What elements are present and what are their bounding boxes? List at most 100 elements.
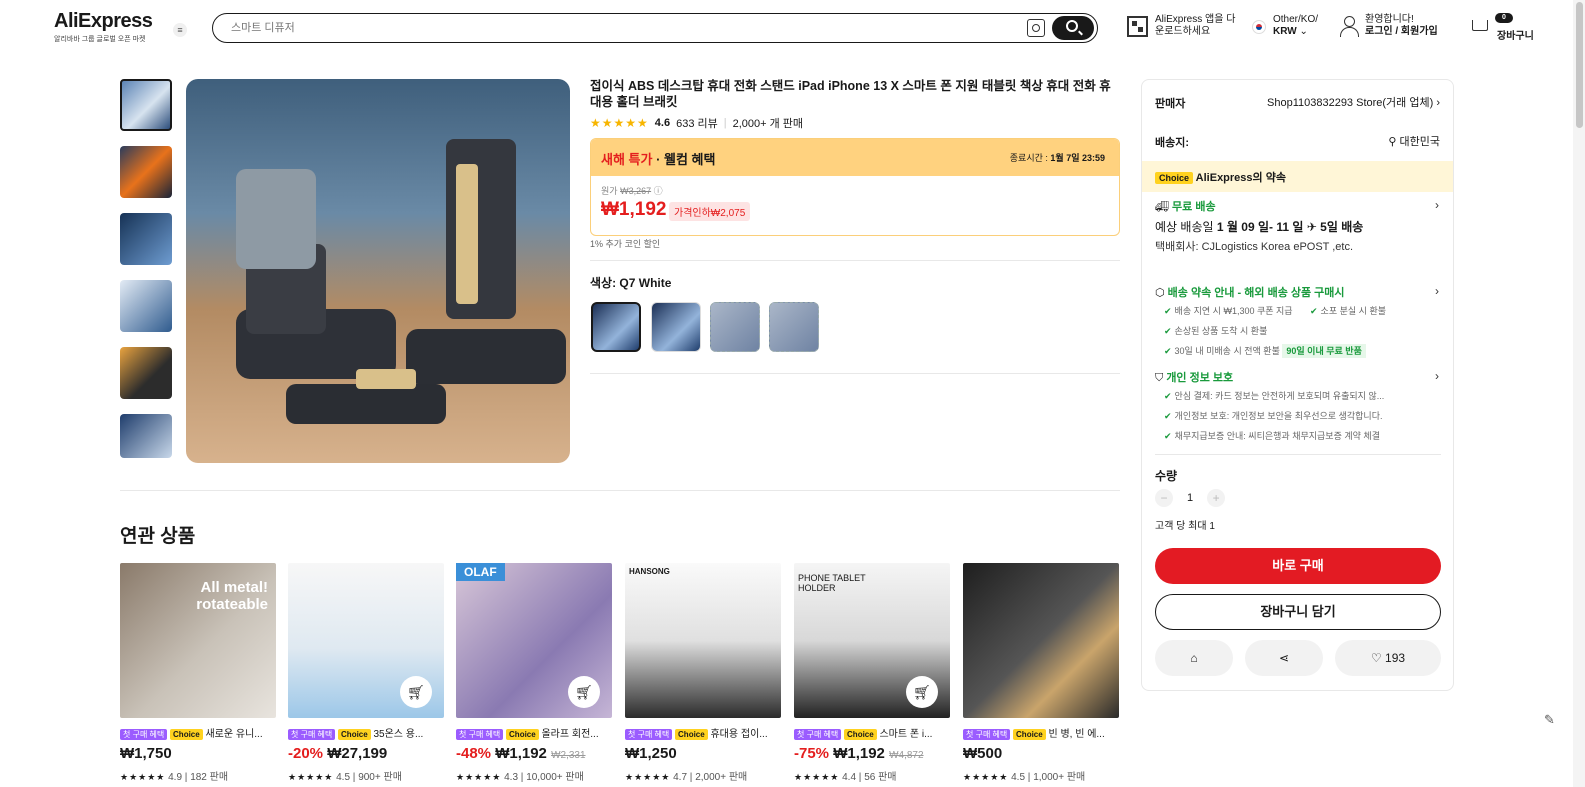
add-to-cart-icon[interactable]: 🛒︎ <box>400 676 432 708</box>
product-image[interactable]: All metal! rotateable <box>120 563 276 718</box>
product-card[interactable]: PHONE TABLET HOLDER 🛒︎ 첫 구매 혜택 Choice 스마트… <box>794 563 950 783</box>
star-rating-icon: ★★★★★ <box>120 772 166 782</box>
main-product-image[interactable] <box>186 79 570 463</box>
decrease-button[interactable]: − <box>1155 489 1173 507</box>
review-count[interactable]: 633 리뷰 <box>676 115 718 131</box>
old-price: ₩2,331 <box>551 750 586 761</box>
gallery-thumbnail[interactable] <box>120 347 172 399</box>
search-button[interactable] <box>1052 16 1094 40</box>
search-input[interactable] <box>231 19 991 37</box>
seller-link[interactable]: Shop1103832293 Store(거래 업체) › <box>1267 94 1440 110</box>
logo[interactable]: AliExpress 알리바바 그룹 글로벌 오픈 마켓 <box>54 10 153 44</box>
original-price: 원가 ₩3,267 ⓘ <box>601 184 663 197</box>
app-download-link[interactable]: AliExpress 앱을 다 운로드하세요 <box>1155 14 1247 38</box>
delivery-promise-title: 배송 약속 안내 - 해외 배송 상품 구매시 <box>1167 287 1345 299</box>
gallery-thumbnail[interactable] <box>120 414 172 458</box>
discount-value: -20% <box>288 745 324 762</box>
product-name: 새로운 유니... <box>205 729 263 740</box>
product-name: 올라프 회전... <box>541 729 599 740</box>
deal-end-time: 종료시간 : 1월 7일 23:59 <box>1010 151 1105 164</box>
original-price-label: 원가 <box>601 186 618 196</box>
color-swatch[interactable] <box>651 302 701 352</box>
choice-badge: Choice <box>844 729 877 740</box>
box-icon: ⬡ <box>1155 287 1165 299</box>
gallery-thumbnail[interactable] <box>120 146 172 198</box>
info-icon[interactable]: ⓘ <box>654 186 663 196</box>
product-card[interactable]: 첫 구매 혜택 Choice 빈 병, 빈 에... ₩500 ★★★★★ 4.… <box>963 563 1119 783</box>
ship-to-selector[interactable]: ⚲ 대한민국 <box>1388 133 1440 149</box>
wishlist-button[interactable]: ♡ 193 <box>1335 640 1441 676</box>
choice-badge: Choice <box>506 729 539 740</box>
gallery-thumbnail[interactable] <box>120 79 172 131</box>
menu-icon[interactable]: ≡ <box>173 23 187 37</box>
coin-discount: 1% 추가 코인 할인 <box>590 239 661 249</box>
purchase-limit: 고객 당 최대 1 <box>1155 521 1215 532</box>
color-swatch[interactable] <box>710 302 760 352</box>
user-icon[interactable] <box>1340 16 1359 38</box>
delivery-promise-row[interactable]: ⬡ 배송 약속 안내 - 해외 배송 상품 구매시 <box>1155 284 1345 300</box>
chevron-right-icon[interactable]: › <box>1435 369 1439 383</box>
divider <box>1155 454 1441 455</box>
first-purchase-badge: 첫 구매 혜택 <box>963 729 1011 740</box>
privacy-row[interactable]: ⛉ 개인 정보 보호 <box>1155 369 1233 385</box>
promise-text: 손상된 상품 도착 시 환불 <box>1174 326 1268 336</box>
seller-name: Shop1103832293 Store(거래 업체) <box>1267 97 1434 109</box>
product-image[interactable]: 🛒︎ <box>288 563 444 718</box>
product-image[interactable]: OLAF 🛒︎ <box>456 563 612 718</box>
card-tags: 첫 구매 혜택 Choice 휴대용 접이... <box>625 725 781 740</box>
qr-code-icon[interactable] <box>1127 16 1148 37</box>
login-signup-text: 로그인 / 회원가입 <box>1365 26 1438 37</box>
product-card[interactable]: OLAF 🛒︎ 첫 구매 혜택 Choice 올라프 회전... -48% ₩1,… <box>456 563 612 783</box>
cart-icon[interactable] <box>1469 18 1489 34</box>
first-purchase-badge: 첫 구매 혜택 <box>120 729 168 740</box>
card-price: -48% ₩1,192 ₩2,331 <box>456 745 612 762</box>
deal-box: 새해 특가 · 웰컴 혜택 종료시간 : 1월 7일 23:59 원가 ₩3,2… <box>590 138 1120 236</box>
star-rating-icon: ★★★★★ <box>456 772 502 782</box>
app-download-line2: 운로드하세요 <box>1155 26 1211 37</box>
card-tags: 첫 구매 혜택 Choice 35온스 용... <box>288 725 444 740</box>
store-button[interactable]: ⌂ <box>1155 640 1233 676</box>
first-purchase-badge: 첫 구매 혜택 <box>794 729 842 740</box>
card-rating: 4.5 <box>1011 772 1026 783</box>
quantity-value[interactable]: 1 <box>1187 492 1193 504</box>
login-link[interactable]: 환영합니다! 로그인 / 회원가입 <box>1365 14 1438 38</box>
star-rating-icon: ★★★★★ <box>794 772 840 782</box>
promise-item: ✔ 30일 내 미배송 시 전액 환불 90일 이내 무료 반품 <box>1164 344 1366 358</box>
gallery-thumbnail[interactable] <box>120 280 172 332</box>
product-image[interactable]: HANSONG <box>625 563 781 718</box>
first-purchase-badge: 첫 구매 혜택 <box>288 729 336 740</box>
buy-now-button[interactable]: 바로 구매 <box>1155 548 1441 584</box>
deal-end-value: 1월 7일 23:59 <box>1050 153 1105 163</box>
card-price: -20% ₩27,199 <box>288 745 444 762</box>
product-card[interactable]: All metal! rotateable 첫 구매 혜택 Choice 새로운… <box>120 563 276 783</box>
free-shipping-row[interactable]: 🚚︎ 무료 배송 <box>1155 198 1216 214</box>
camera-search-icon[interactable] <box>1027 19 1045 37</box>
edit-icon[interactable]: ✎ <box>1544 712 1558 727</box>
card-price: -75% ₩1,192 ₩4,872 <box>794 745 950 762</box>
korea-flag-icon <box>1252 20 1266 34</box>
carrier-label: 택배회사: <box>1155 241 1199 253</box>
product-image[interactable] <box>963 563 1119 718</box>
share-button[interactable]: ⋖ <box>1245 640 1323 676</box>
chevron-right-icon[interactable]: › <box>1435 198 1439 212</box>
region-selector[interactable]: Other/KO/ KRW ⌄ <box>1273 14 1318 38</box>
add-to-cart-button[interactable]: 장바구니 담기 <box>1155 594 1441 630</box>
chevron-right-icon[interactable]: › <box>1435 284 1439 298</box>
cart-label[interactable]: 장바구니 <box>1497 27 1534 42</box>
product-image[interactable]: PHONE TABLET HOLDER 🛒︎ <box>794 563 950 718</box>
welcome-text: 환영합니다! <box>1365 14 1414 25</box>
color-swatch[interactable] <box>591 302 641 352</box>
scrollbar-thumb[interactable] <box>1576 2 1583 128</box>
add-to-cart-icon[interactable]: 🛒︎ <box>568 676 600 708</box>
product-card[interactable]: 🛒︎ 첫 구매 혜택 Choice 35온스 용... -20% ₩27,199… <box>288 563 444 783</box>
rating-value: 4.6 <box>654 117 671 129</box>
card-sold: 182 판매 <box>190 772 229 783</box>
choice-badge: Choice <box>675 729 708 740</box>
color-swatch[interactable] <box>769 302 819 352</box>
card-price: ₩1,750 <box>120 745 276 762</box>
product-card[interactable]: HANSONG 첫 구매 혜택 Choice 휴대용 접이... ₩1,250 … <box>625 563 781 783</box>
gallery-thumbnail[interactable] <box>120 213 172 265</box>
increase-button[interactable]: + <box>1207 489 1226 507</box>
carrier-info: 택배회사: CJLogistics Korea ePOST ,etc. <box>1155 239 1375 256</box>
add-to-cart-icon[interactable]: 🛒︎ <box>906 676 938 708</box>
